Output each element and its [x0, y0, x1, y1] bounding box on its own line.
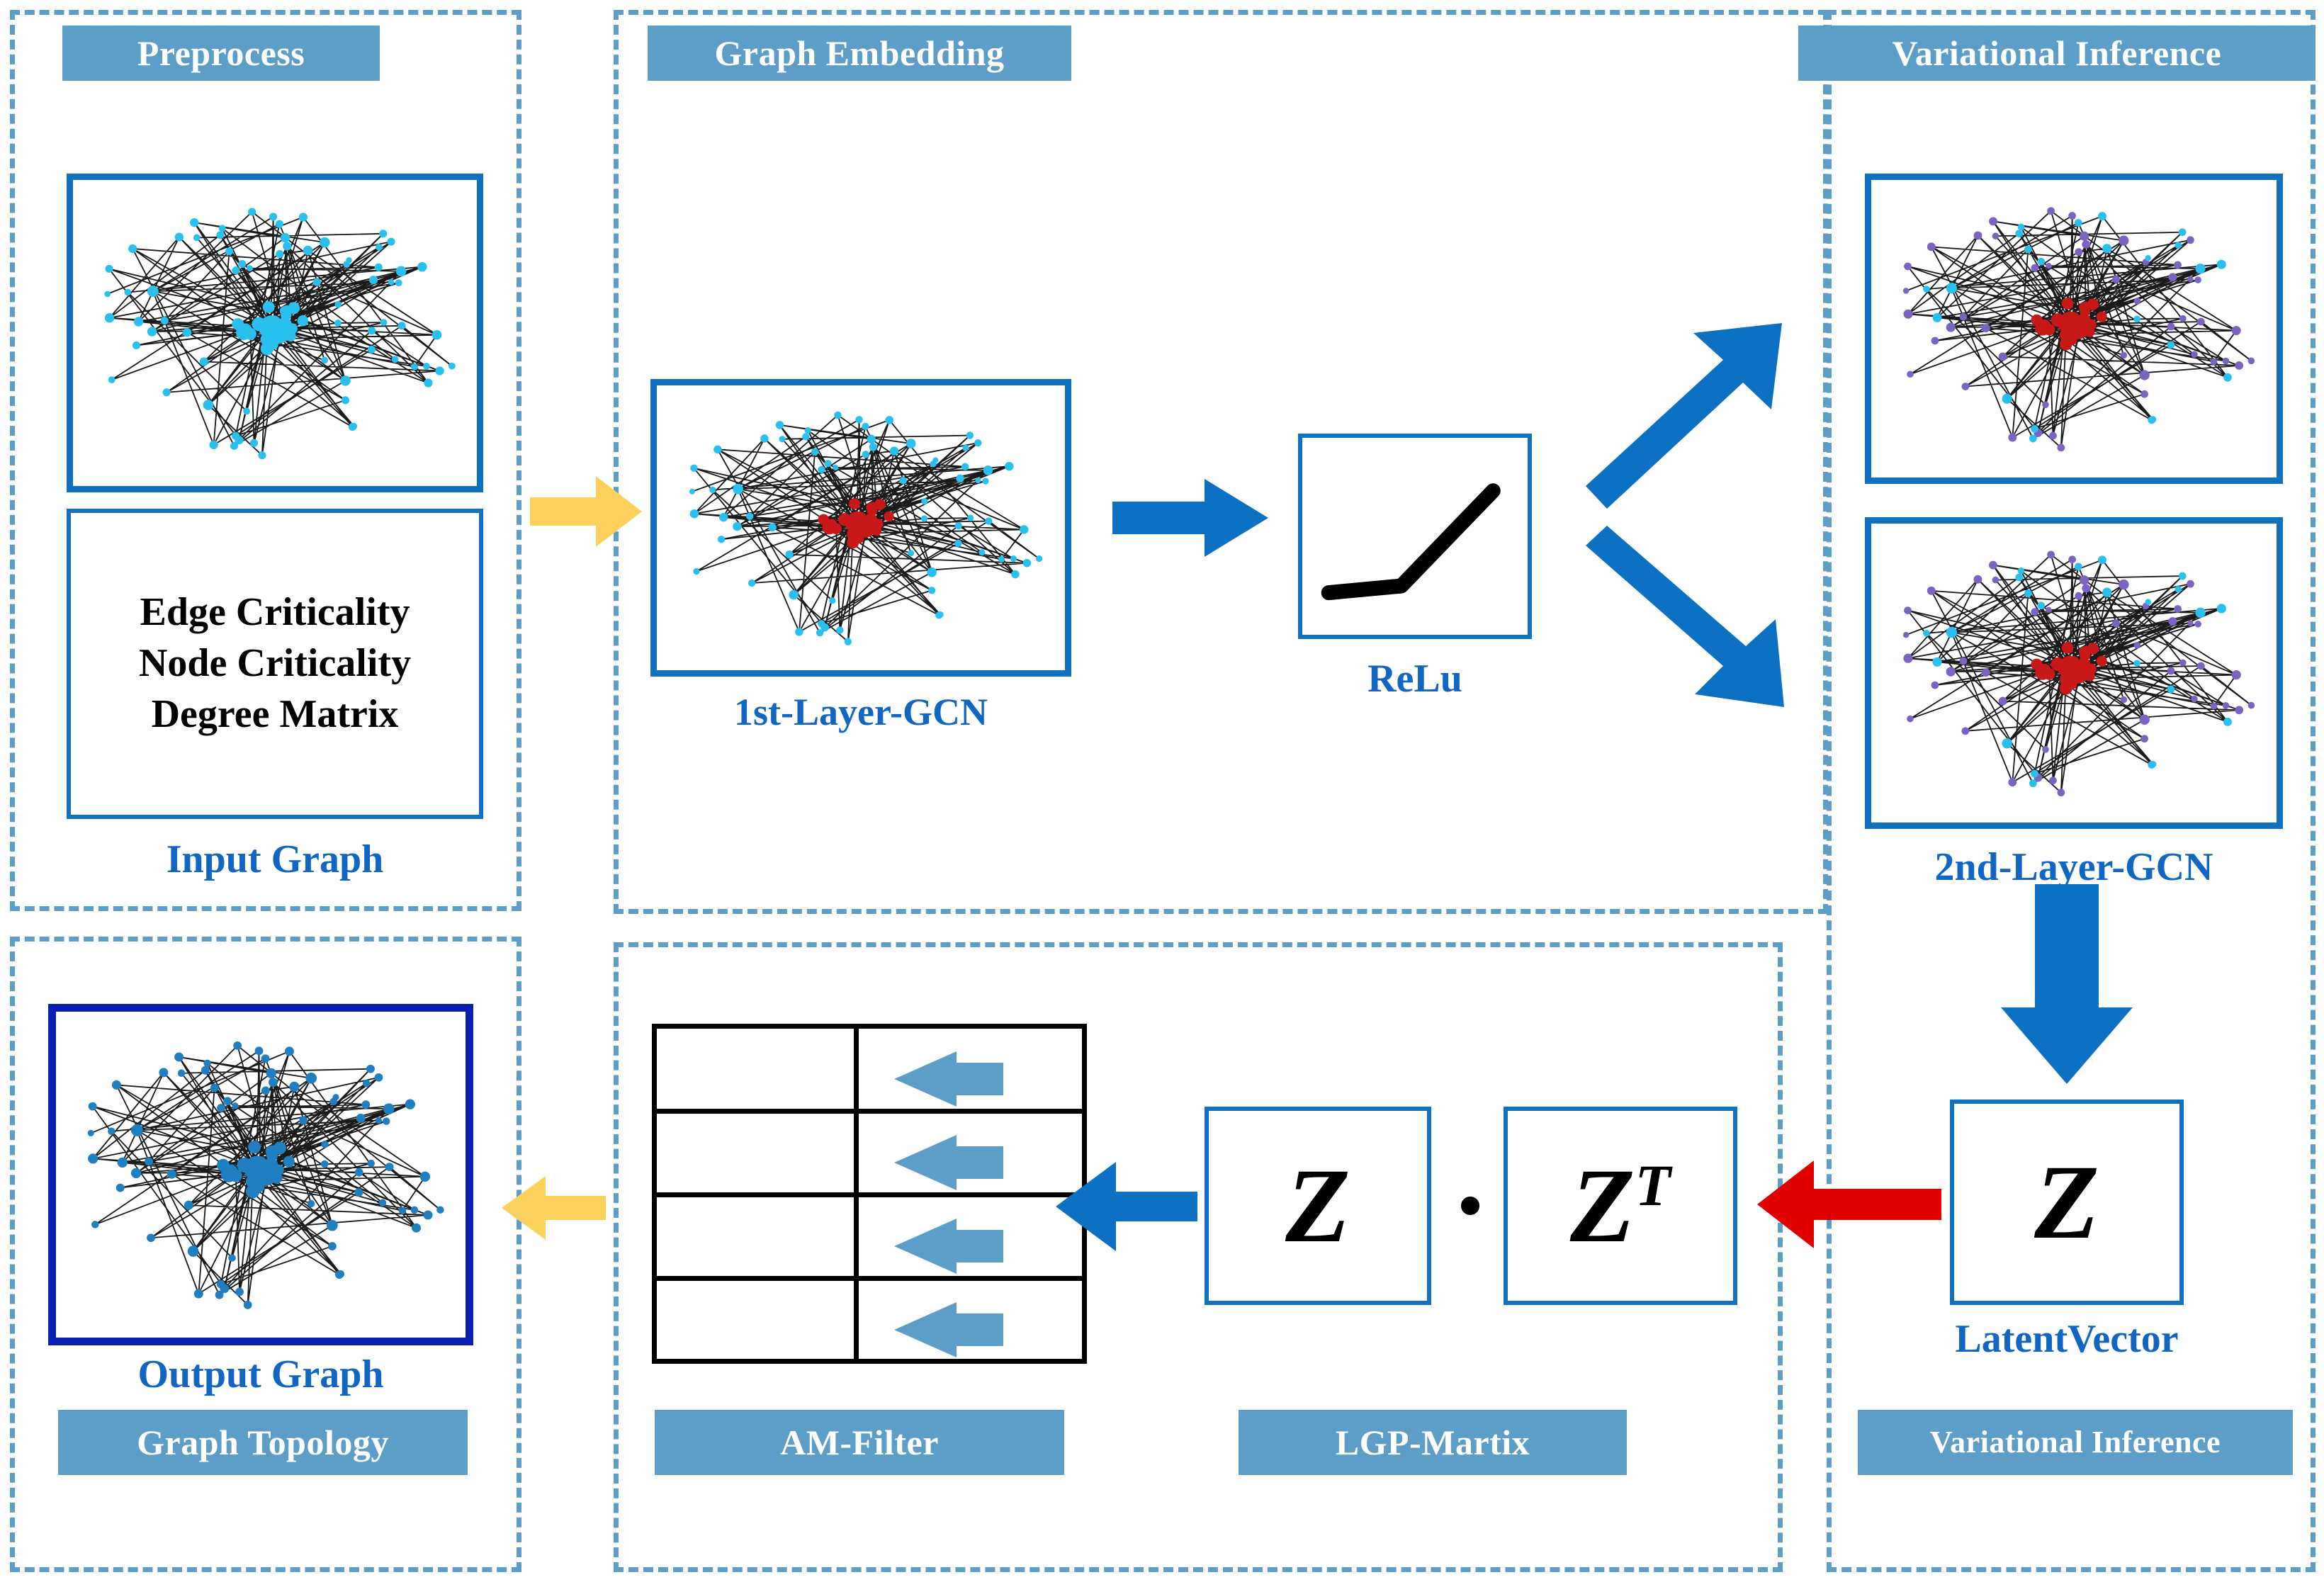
second-layer-gcn-frame [1865, 517, 2283, 829]
chip-lgp-matrix: LGP-Martix [1239, 1410, 1627, 1475]
am-filter-row-divider-3 [657, 1276, 1082, 1281]
caption-first-layer-gcn: 1st-Layer-GCN [734, 691, 988, 733]
chip-variational-inference-bottom: Variational Inference [1858, 1410, 2293, 1475]
first-layer-gcn-plot [689, 411, 1043, 645]
chip-graph-topology: Graph Topology [58, 1410, 468, 1475]
first-layer-gcn-frame [650, 379, 1071, 677]
feature-line-node-criticality: Node Criticality [138, 641, 412, 686]
caption-second-layer-gcn: 2nd-Layer-GCN [1934, 845, 2213, 889]
chip-am-filter: AM-Filter [655, 1410, 1064, 1475]
z-transpose-box: ZT [1504, 1107, 1737, 1305]
relu-box [1298, 434, 1532, 639]
z-transpose-base: Z [1569, 1147, 1635, 1265]
caption-latent-vector: LatentVector [1955, 1317, 2179, 1361]
am-filter-matrix [652, 1024, 1087, 1364]
caption-output-graph: Output Graph [137, 1352, 384, 1396]
latent-vector-box: Z [1950, 1100, 2184, 1305]
vi-upper-gcn-frame [1865, 174, 2283, 484]
relu-curve-icon [1321, 483, 1501, 601]
am-filter-row-divider-1 [657, 1109, 1082, 1114]
z-symbol: Z [1285, 1147, 1350, 1265]
second-layer-gcn-plot [1902, 550, 2255, 797]
feature-list-box: Edge Criticality Node Criticality Degree… [67, 509, 483, 819]
z-transpose-exponent: T [1635, 1153, 1671, 1218]
input-graph-frame [67, 174, 483, 492]
chip-graph-embedding: Graph Embedding [648, 26, 1071, 81]
am-filter-column-divider [854, 1029, 859, 1359]
dot-product-operator: • [1458, 1168, 1482, 1243]
caption-input-graph: Input Graph [166, 837, 384, 881]
vi-upper-gcn-plot [1902, 207, 2255, 452]
chip-preprocess: Preprocess [62, 26, 380, 81]
output-graph-frame [48, 1004, 473, 1345]
caption-relu: ReLu [1367, 657, 1462, 701]
z-matrix-box: Z [1205, 1107, 1431, 1305]
latent-z-symbol: Z [2034, 1143, 2099, 1261]
chip-variational-inference-top: Variational Inference [1798, 26, 2315, 81]
output-graph-plot [87, 1041, 444, 1309]
diagram-canvas: Preprocess Graph Embedding Variational I… [0, 0, 2324, 1582]
feature-line-edge-criticality: Edge Criticality [140, 590, 410, 635]
input-graph-plot [104, 208, 456, 460]
am-filter-row-divider-2 [657, 1192, 1082, 1197]
z-transpose-symbol: ZT [1570, 1153, 1671, 1259]
feature-line-degree-matrix: Degree Matrix [151, 691, 399, 736]
